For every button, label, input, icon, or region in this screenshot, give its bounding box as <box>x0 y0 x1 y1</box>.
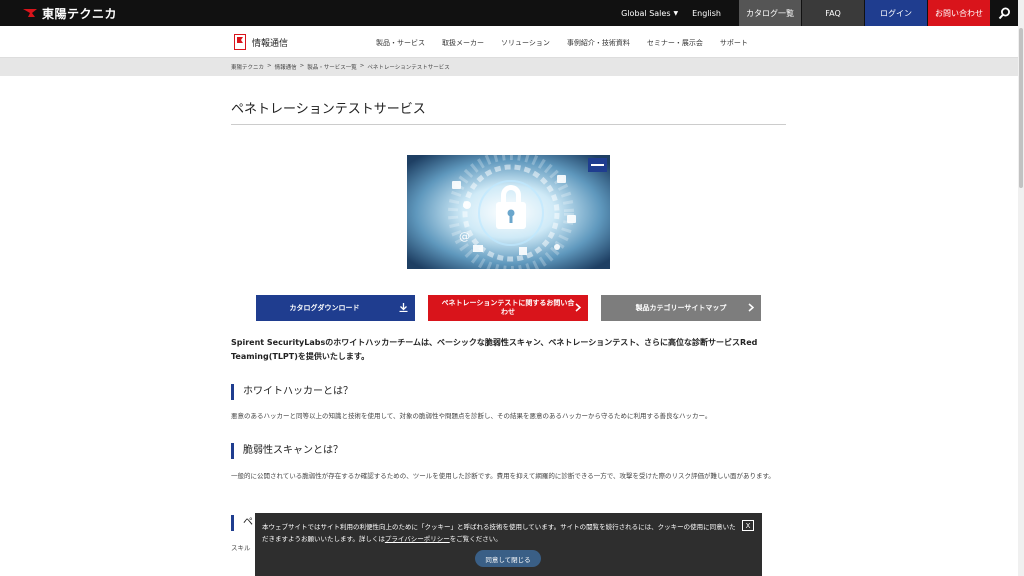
search-icon <box>998 7 1010 19</box>
crumb-current: ペネトレーションテストサービス <box>367 65 450 71</box>
nav-products[interactable]: 製品・サービス <box>376 38 425 48</box>
crumb-home[interactable]: 東陽テクニカ <box>231 63 264 71</box>
section-brand[interactable]: 情報通信 <box>234 34 288 50</box>
site-logo[interactable]: 東陽テクニカ <box>22 5 117 22</box>
download-icon <box>399 303 408 312</box>
heading-white-hacker: ホワイトハッカーとは？ <box>231 384 353 400</box>
breadcrumb: 東陽テクニカ > 情報通信 > 製品・サービス一覧 > ペネトレーションテストサ… <box>0 58 1018 76</box>
para-white-hacker: 悪意のあるハッカーと同等以上の知識と技術を使用して、対象の脆弱性や問題点を診断し… <box>231 412 712 420</box>
para-vuln-scan: 一般的に公開されている脆弱性が存在するか確認するための、ツールを使用した診断です… <box>231 472 775 480</box>
info-comm-icon <box>234 34 246 50</box>
cookie-banner: 本ウェブサイトではサイト利用の利便性向上のために「クッキー」と呼ばれる技術を使用… <box>255 513 762 576</box>
scrollbar-thumb[interactable] <box>1019 28 1023 188</box>
svg-text:@: @ <box>459 230 470 243</box>
chevron-right-icon <box>575 303 581 312</box>
page-title: ペネトレーションテストサービス <box>231 102 426 117</box>
security-lock-illustration: @ <box>407 155 610 269</box>
crumb-products[interactable]: 製品・サービス一覧 <box>307 63 357 71</box>
privacy-policy-link[interactable]: プライバシーポリシー <box>385 535 450 543</box>
nav-links: 製品・サービス 取扱メーカー ソリューション 事例紹介・技術資料 セミナー・展示… <box>376 38 748 48</box>
crumb-sep: > <box>267 63 272 69</box>
logo-text: 東陽テクニカ <box>42 6 118 21</box>
chevron-right-icon <box>748 303 754 312</box>
category-sitemap-button[interactable]: 製品カテゴリーサイトマップ <box>601 295 761 321</box>
nav-solutions[interactable]: ソリューション <box>501 38 550 48</box>
cookie-close-button[interactable]: X <box>742 520 754 531</box>
nav-cases[interactable]: 事例紹介・技術資料 <box>567 38 630 48</box>
crumb-info[interactable]: 情報通信 <box>275 63 297 71</box>
lead-paragraph: Spirent SecurityLabsのホワイトハッカーチームは、ベーシックな… <box>231 338 758 361</box>
heading-vuln-scan: 脆弱性スキャンとは？ <box>231 443 343 459</box>
cookie-agree-button[interactable]: 同意して閉じる <box>475 550 541 567</box>
heading-penetration: ペ <box>231 515 253 531</box>
top-bar: 東陽テクニカ Global Sales ▼ English カタログ一覧 FAQ… <box>0 0 1018 26</box>
main-nav: 情報通信 製品・サービス 取扱メーカー ソリューション 事例紹介・技術資料 セミ… <box>0 26 1018 58</box>
crumb-sep: > <box>359 63 365 69</box>
nav-support[interactable]: サポート <box>720 38 748 48</box>
caret-down-icon: ▼ <box>673 9 679 17</box>
english-link[interactable]: English <box>692 9 721 18</box>
logo-mark-icon <box>23 9 37 17</box>
title-divider <box>231 124 786 125</box>
catalog-button[interactable]: カタログ一覧 <box>739 0 801 26</box>
contact-button[interactable]: お問い合わせ <box>928 0 990 26</box>
page-scrollbar[interactable] <box>1018 0 1024 576</box>
hero-image: @ <box>407 155 610 269</box>
section-brand-label: 情報通信 <box>252 38 289 49</box>
nav-makers[interactable]: 取扱メーカー <box>442 38 484 48</box>
nav-seminars[interactable]: セミナー・展示会 <box>647 38 703 48</box>
penetration-test-inquiry-button[interactable]: ペネトレーションテストに関するお問い合わせ <box>428 295 588 321</box>
search-button[interactable] <box>990 0 1018 26</box>
faq-button[interactable]: FAQ <box>802 0 864 26</box>
crumb-sep: > <box>299 63 305 69</box>
login-button[interactable]: ログイン <box>865 0 927 26</box>
global-sales-link[interactable]: Global Sales ▼ <box>621 9 678 18</box>
cookie-message: 本ウェブサイトではサイト利用の利便性向上のために「クッキー」と呼ばれる技術を使用… <box>262 523 736 543</box>
catalog-download-button[interactable]: カタログダウンロード <box>256 295 415 321</box>
